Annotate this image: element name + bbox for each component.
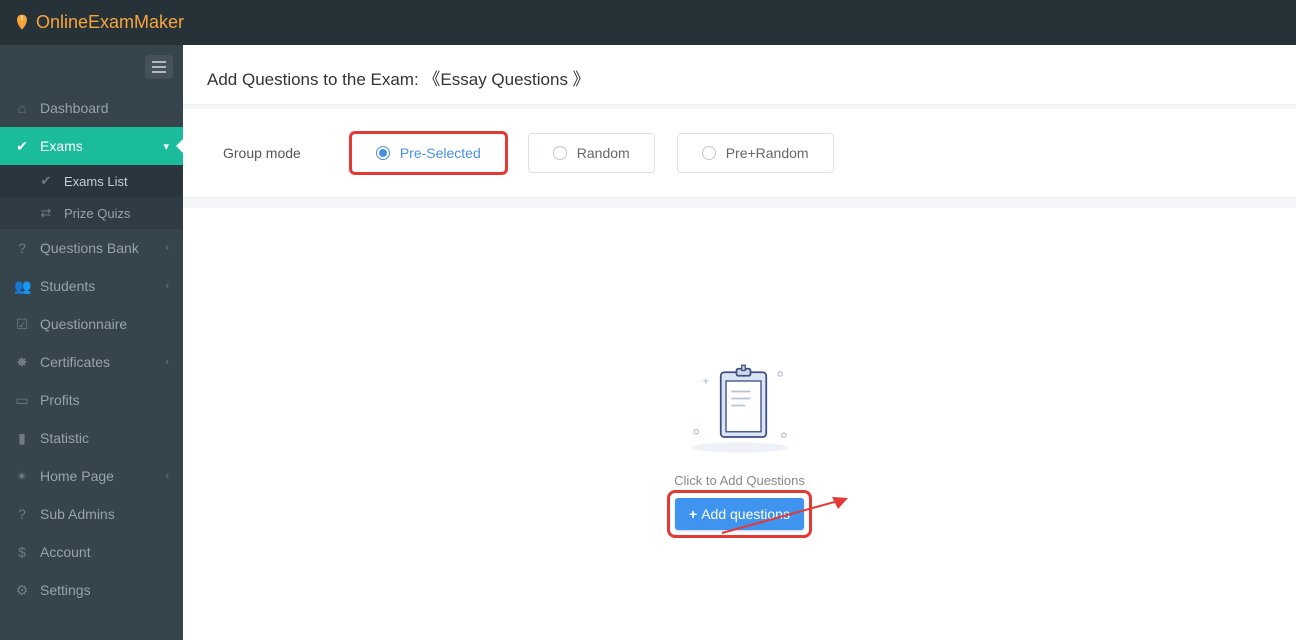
sidebar-item-profits[interactable]: ▭ Profits <box>0 381 183 419</box>
brand-name: OnlineExamMaker <box>36 12 184 33</box>
sidebar-item-exams[interactable]: ✔ Exams ▾ <box>0 127 183 165</box>
sidebar-item-label: Exams <box>40 138 83 154</box>
add-questions-button[interactable]: + Add questions <box>675 498 804 530</box>
chevron-left-icon: ‹ <box>165 280 169 292</box>
workspace: Click to Add Questions + Add questions <box>183 208 1296 640</box>
chevron-down-icon: ▾ <box>163 140 169 153</box>
chevron-left-icon: ‹ <box>165 356 169 368</box>
check-circle-icon: ✔ <box>38 173 54 189</box>
sidebar-item-label: Students <box>40 278 95 294</box>
sidebar-toggle-button[interactable] <box>145 55 173 79</box>
sidebar-item-certificates[interactable]: ✸ Certificates ‹ <box>0 343 183 381</box>
sidebar-item-label: Profits <box>40 392 80 408</box>
option-label: Pre-Selected <box>400 145 481 161</box>
question-icon: ? <box>14 240 30 256</box>
sidebar: ⌂ Dashboard ✔ Exams ▾ ✔ Exams List ⇄ Pri… <box>0 45 183 640</box>
clipboard-illustration-icon <box>670 360 810 455</box>
chart-icon: ▮ <box>14 430 30 447</box>
option-label: Pre+Random <box>726 145 809 161</box>
sidebar-item-settings[interactable]: ⚙ Settings <box>0 571 183 609</box>
radio-icon <box>553 146 567 160</box>
page-title: Add Questions to the Exam: 《Essay Questi… <box>183 45 1296 105</box>
sidebar-item-label: Questions Bank <box>40 240 139 256</box>
check-square-icon: ☑ <box>14 316 30 333</box>
badge-icon: ✸ <box>14 354 30 371</box>
empty-state-text: Click to Add Questions <box>590 473 890 488</box>
sidebar-item-label: Home Page <box>40 468 114 484</box>
sidebar-item-label: Dashboard <box>40 100 109 116</box>
sidebar-item-label: Prize Quizs <box>64 206 130 221</box>
sidebar-item-label: Account <box>40 544 91 560</box>
page-title-prefix: Add Questions to the Exam: <box>207 70 419 89</box>
question-icon: ? <box>14 506 30 522</box>
plus-icon: + <box>689 506 697 522</box>
group-mode-option-pre-random[interactable]: Pre+Random <box>677 133 834 173</box>
sidebar-sub-exams: ✔ Exams List ⇄ Prize Quizs <box>0 165 183 229</box>
sidebar-item-label: Questionnaire <box>40 316 127 332</box>
sidebar-item-account[interactable]: $ Account <box>0 533 183 571</box>
radio-icon <box>376 146 390 160</box>
dollar-icon: $ <box>14 544 30 560</box>
gear-icon: ⚙ <box>14 582 30 599</box>
page-title-exam-name: 《Essay Questions 》 <box>423 70 589 89</box>
content-area: Add Questions to the Exam: 《Essay Questi… <box>183 45 1296 640</box>
brand-logo[interactable]: OnlineExamMaker <box>12 12 184 33</box>
shuffle-icon: ⇄ <box>38 205 54 221</box>
sidebar-item-label: Statistic <box>40 430 89 446</box>
brand-logo-icon <box>12 13 32 33</box>
empty-state: Click to Add Questions + Add questions <box>590 360 890 532</box>
chevron-left-icon: ‹ <box>165 470 169 482</box>
sidebar-item-label: Sub Admins <box>40 506 115 522</box>
sidebar-item-label: Settings <box>40 582 91 598</box>
sidebar-item-statistic[interactable]: ▮ Statistic <box>0 419 183 457</box>
sidebar-item-sub-admins[interactable]: ? Sub Admins <box>0 495 183 533</box>
group-mode-bar: Group mode Pre-Selected Random Pre+Rando… <box>183 109 1296 198</box>
sidebar-item-home-page[interactable]: ✴ Home Page ‹ <box>0 457 183 495</box>
sidebar-item-label: Certificates <box>40 354 110 370</box>
topbar: OnlineExamMaker <box>0 0 1296 45</box>
sidebar-item-questions-bank[interactable]: ? Questions Bank ‹ <box>0 229 183 267</box>
sidebar-item-questionnaire[interactable]: ☑ Questionnaire <box>0 305 183 343</box>
group-mode-option-preselected[interactable]: Pre-Selected <box>351 133 506 173</box>
chevron-left-icon: ‹ <box>165 242 169 254</box>
home-icon: ⌂ <box>14 100 30 116</box>
layers-icon: ✴ <box>14 468 30 485</box>
add-questions-highlight: + Add questions <box>673 496 806 532</box>
add-button-label: Add questions <box>701 506 790 522</box>
sidebar-item-prize-quizs[interactable]: ⇄ Prize Quizs <box>0 197 183 229</box>
sidebar-item-exams-list[interactable]: ✔ Exams List <box>0 165 183 197</box>
option-label: Random <box>577 145 630 161</box>
sidebar-item-dashboard[interactable]: ⌂ Dashboard <box>0 89 183 127</box>
group-mode-option-random[interactable]: Random <box>528 133 655 173</box>
users-icon: 👥 <box>14 278 30 295</box>
sidebar-item-label: Exams List <box>64 174 128 189</box>
card-icon: ▭ <box>14 392 30 409</box>
sidebar-item-students[interactable]: 👥 Students ‹ <box>0 267 183 305</box>
check-circle-icon: ✔ <box>14 138 30 155</box>
group-mode-label: Group mode <box>223 145 301 161</box>
radio-icon <box>702 146 716 160</box>
